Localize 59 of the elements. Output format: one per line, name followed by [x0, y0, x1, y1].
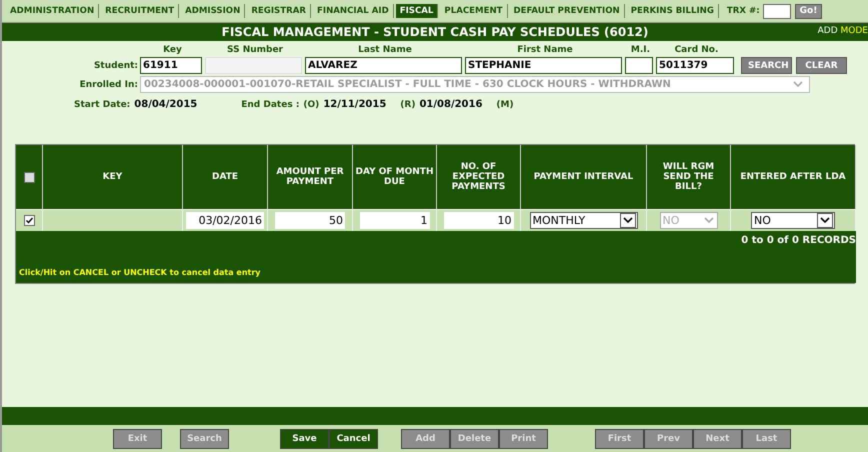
field-heading: M.I.: [630, 45, 652, 55]
select-all-checkbox[interactable]: [24, 172, 34, 182]
nav-tab[interactable]: RECRUITMENT: [101, 4, 180, 18]
field-heading: First Name: [516, 45, 574, 55]
payments-field[interactable]: 10: [444, 212, 514, 229]
column-header: AMOUNT PER PAYMENT: [268, 145, 353, 209]
nav-tab[interactable]: FINANCIAL AID: [313, 4, 394, 18]
row-checkbox[interactable]: [24, 215, 34, 226]
dropdown-caret-icon: [817, 213, 833, 228]
revised-label: (R): [400, 100, 416, 110]
start-date-label: Start Date:: [74, 100, 130, 110]
start-date: 08/04/2015: [134, 99, 198, 110]
cancel-hint: Click/Hit on CANCEL or UNCHECK to cancel data entry: [19, 268, 262, 277]
column-header: DATE: [183, 145, 268, 209]
action-button[interactable]: Save: [280, 428, 329, 448]
nav-tab[interactable]: PERKINS BILLING: [626, 4, 719, 18]
field-heading: Card No.: [674, 45, 720, 55]
nav-tab[interactable]: PLACEMENT: [440, 4, 508, 18]
amount-field[interactable]: 50: [275, 212, 345, 229]
student-field[interactable]: 5011379: [656, 57, 734, 74]
column-header: NO. OF EXPECTED PAYMENTS: [437, 145, 521, 209]
field-heading: Last Name: [357, 45, 413, 55]
field-heading: Key: [162, 45, 183, 55]
original-label: (O): [303, 100, 320, 110]
nav-tab[interactable]: DEFAULT PREVENTION: [510, 4, 625, 18]
nav-tab[interactable]: FISCAL: [396, 4, 438, 18]
interval-select[interactable]: MONTHLY: [530, 212, 638, 229]
end-dates-label: End Dates :: [241, 100, 300, 110]
action-button[interactable]: Cancel: [329, 428, 378, 448]
nav-tab[interactable]: REGISTRAR: [247, 4, 311, 18]
column-header: PAYMENT INTERVAL: [521, 145, 647, 209]
mode-indicator: ADD MODE: [818, 26, 868, 36]
m-label: (M): [496, 100, 514, 110]
column-header: WILL RGM SEND THE BILL?: [647, 145, 731, 209]
revised-end-date: 01/08/2016: [419, 99, 482, 110]
nav-tab[interactable]: ADMINISTRATION: [6, 4, 100, 18]
column-header: ENTERED AFTER LDA: [731, 145, 856, 209]
search-button[interactable]: SEARCH: [741, 57, 792, 74]
column-header: KEY: [43, 145, 183, 209]
go-button[interactable]: Go!: [794, 4, 822, 18]
trx-label: TRX #:: [726, 6, 760, 16]
nav-tab[interactable]: ADMISSION: [181, 4, 246, 18]
day-field[interactable]: 1: [360, 212, 430, 229]
clear-button[interactable]: CLEAR: [796, 57, 847, 74]
student-field[interactable]: [625, 57, 653, 74]
records-count: 0 to 0 of 0 RECORDS: [741, 235, 856, 246]
lda-select[interactable]: NO: [751, 212, 835, 229]
field-heading: SS Number: [226, 45, 284, 55]
trx-field[interactable]: [762, 4, 791, 18]
date-field[interactable]: 03/02/2016: [186, 212, 264, 229]
enrolled-label: Enrolled In:: [78, 80, 139, 90]
student-field[interactable]: ALVAREZ: [305, 57, 462, 74]
column-header: DAY OF MONTH DUE: [353, 145, 437, 209]
student-field[interactable]: STEPHANIE: [465, 57, 622, 74]
page-title: FISCAL MANAGEMENT - STUDENT CASH PAY SCHEDULES (6012): [222, 25, 648, 39]
original-end-date: 12/11/2015: [323, 99, 386, 110]
student-label: Student:: [92, 60, 139, 70]
student-field[interactable]: 61911: [140, 57, 202, 74]
dropdown-caret-icon: [620, 213, 636, 228]
